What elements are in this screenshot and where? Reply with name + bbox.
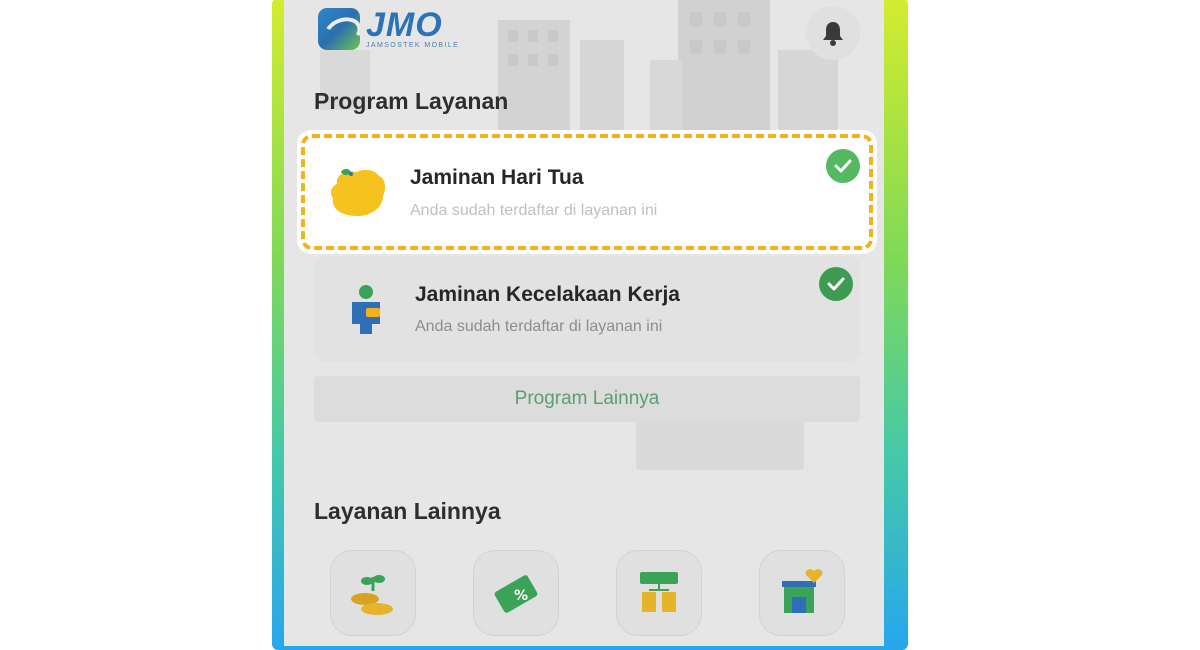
notification-button[interactable] (806, 6, 860, 60)
service-button-discount[interactable]: % (473, 550, 559, 636)
program-lainnya-button[interactable]: Program Lainnya (314, 376, 860, 422)
piggy-bank-icon (330, 169, 386, 216)
service-button-plant-coins[interactable] (330, 550, 416, 636)
logo-text: JMO (366, 5, 443, 44)
discount-voucher-icon: % (494, 575, 538, 613)
service-button-office[interactable] (616, 550, 702, 636)
program-title: Jaminan Hari Tua (410, 166, 584, 189)
program-title: Jaminan Kecelakaan Kerja (415, 283, 680, 306)
shop-heart-icon (782, 569, 823, 613)
app-screen: JMO JAMSOSTEK MOBILE Program Layanan Jam… (284, 0, 884, 646)
jmo-logo: JMO JAMSOSTEK MOBILE (318, 8, 459, 50)
svg-text:%: % (514, 588, 528, 604)
plant-coins-icon (351, 575, 393, 615)
logo-subtitle: JAMSOSTEK MOBILE (366, 41, 460, 49)
office-board-icon (640, 572, 678, 612)
section-title-program-layanan: Program Layanan (314, 88, 509, 114)
bell-icon (823, 22, 843, 46)
program-subtitle: Anda sudah terdaftar di layanan ini (410, 202, 658, 219)
section-title-layanan-lainnya: Layanan Lainnya (314, 498, 501, 524)
program-subtitle: Anda sudah terdaftar di layanan ini (415, 318, 663, 335)
registered-check-icon (819, 267, 853, 301)
jmo-logo-icon (318, 8, 360, 50)
registered-check-icon (826, 149, 860, 183)
service-button-shop[interactable] (759, 550, 845, 636)
program-card-jht[interactable]: Jaminan Hari Tua Anda sudah terdaftar di… (297, 130, 877, 254)
program-card-jkk[interactable]: Jaminan Kecelakaan Kerja Anda sudah terd… (314, 256, 860, 362)
worker-icon (352, 285, 380, 334)
